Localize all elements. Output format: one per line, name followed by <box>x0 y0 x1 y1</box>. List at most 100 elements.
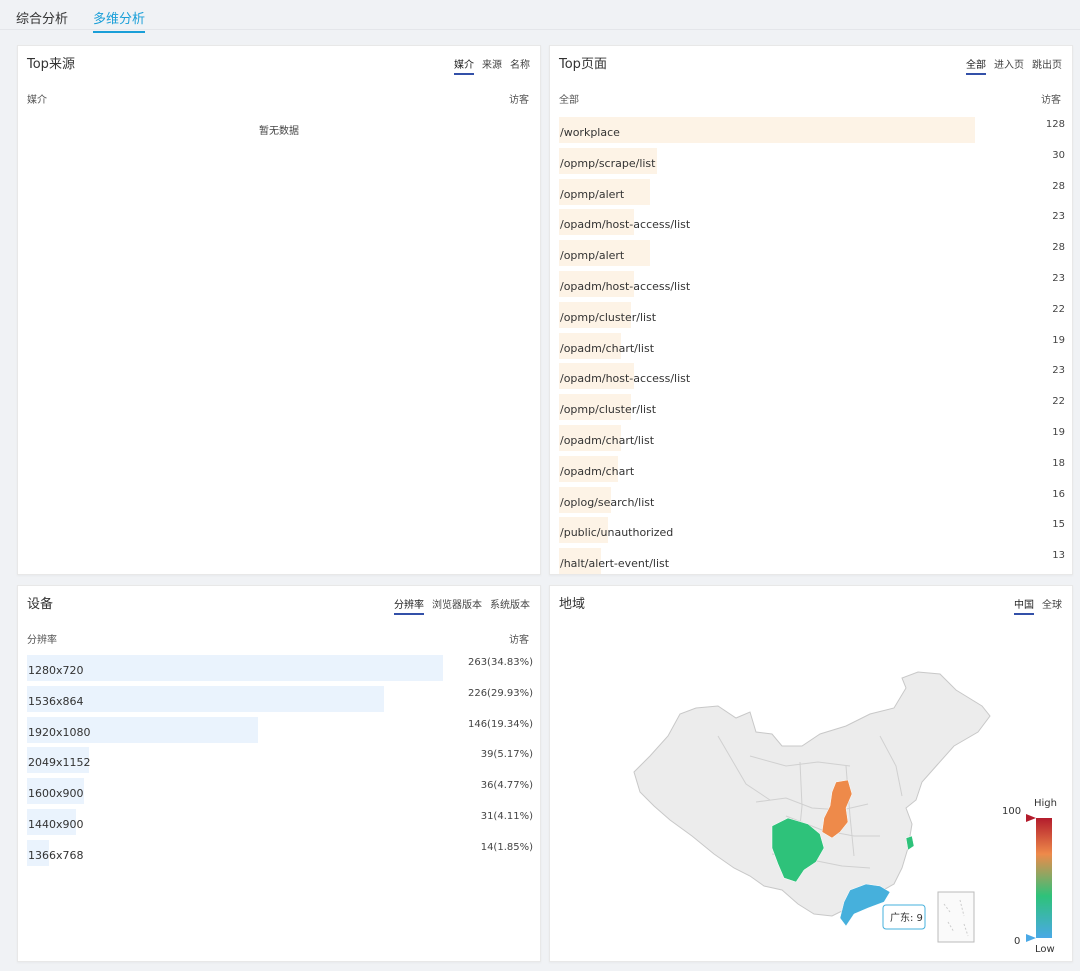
table-row[interactable]: 1536x864 226(29.93%) <box>27 685 535 712</box>
tab-os-version[interactable]: 系统版本 <box>490 596 530 615</box>
table-row[interactable]: 2049x1152 39(5.17%) <box>27 747 535 774</box>
visitor-count: 23 <box>1052 365 1065 377</box>
table-row[interactable]: /opadm/chart/list 19 <box>559 425 1067 451</box>
table-row[interactable]: 1600x900 36(4.77%) <box>27 778 535 805</box>
tab-name[interactable]: 名称 <box>510 56 530 75</box>
table-row[interactable]: /public/unauthorized 15 <box>559 517 1067 544</box>
visitor-count: 28 <box>1052 242 1065 254</box>
south-china-sea-inset <box>937 891 975 943</box>
top-tab-bar: 综合分析 多维分析 <box>0 0 1080 33</box>
table-row[interactable]: /opmp/cluster/list 22 <box>559 301 1067 328</box>
legend-min-value: 0 <box>1014 936 1020 947</box>
table-row[interactable]: /opmp/cluster/list 22 <box>559 394 1067 421</box>
resolution-label: 1366x768 <box>28 848 84 862</box>
tab-comprehensive-analysis[interactable]: 综合分析 <box>16 8 68 27</box>
legend-high-label: High <box>1034 798 1057 809</box>
visitor-value: 226(29.93%) <box>467 687 533 699</box>
row-bar <box>559 117 975 143</box>
legend-gradient-bar[interactable] <box>1036 818 1052 938</box>
row-bar <box>27 655 443 681</box>
table-row[interactable]: /opmp/alert 28 <box>559 178 1067 205</box>
visitor-value: 14(1.85%) <box>480 841 533 853</box>
page-path-label[interactable]: /opadm/chart/list <box>560 434 654 447</box>
visitor-value: 263(34.83%) <box>467 657 533 668</box>
region-panel: 地域 中国 全球 广东: 9 High Low 100 0 <box>549 585 1073 962</box>
legend-max-value: 100 <box>1002 806 1021 817</box>
page-path-label[interactable]: /opadm/chart <box>560 465 634 478</box>
visitor-value: 39(5.17%) <box>480 749 533 761</box>
table-row[interactable]: /halt/alert-event/list 13 <box>559 548 1067 575</box>
page-path-label[interactable]: /opmp/alert <box>560 188 624 201</box>
panel-tabs: 媒介 来源 名称 <box>454 56 530 75</box>
page-path-label[interactable]: /public/unauthorized <box>560 526 673 539</box>
page-path-label[interactable]: /opadm/chart/list <box>560 342 654 355</box>
tab-exit-page[interactable]: 跳出页 <box>1032 56 1062 75</box>
top-sources-panel: Top来源 媒介 来源 名称 媒介 访客 暂无数据 <box>17 45 541 575</box>
page-path-label[interactable]: /opadm/host-access/list <box>560 372 690 385</box>
column-header-resolution: 分辨率 <box>27 635 57 646</box>
table-row[interactable]: /opadm/chart/list 19 <box>559 332 1067 359</box>
visitor-count: 19 <box>1052 427 1065 438</box>
table-row[interactable]: 1920x1080 146(19.34%) <box>27 716 535 743</box>
table-row[interactable]: /oplog/search/list 16 <box>559 486 1067 513</box>
resolution-label: 2049x1152 <box>28 756 91 770</box>
table-row[interactable]: /opadm/host-access/list 23 <box>559 271 1067 297</box>
visitor-count: 16 <box>1052 488 1065 500</box>
tab-source[interactable]: 来源 <box>482 56 502 75</box>
tab-medium[interactable]: 媒介 <box>454 56 474 75</box>
legend-high-handle[interactable] <box>1026 814 1036 822</box>
resolution-label: 1536x864 <box>28 694 84 708</box>
visitor-count: 23 <box>1052 273 1065 284</box>
page-path-label[interactable]: /opmp/cluster/list <box>560 311 656 324</box>
table-row[interactable]: /opmp/scrape/list 30 <box>559 147 1067 174</box>
page-path-label[interactable]: /workplace <box>560 126 620 139</box>
table-row[interactable]: /opadm/host-access/list 23 <box>559 363 1067 390</box>
visitor-count: 23 <box>1052 211 1065 223</box>
page-path-label[interactable]: /opmp/alert <box>560 249 624 262</box>
visitor-count: 28 <box>1052 180 1065 192</box>
visitor-count: 19 <box>1052 334 1065 346</box>
legend-low-handle[interactable] <box>1026 934 1036 942</box>
china-map[interactable]: 广东: 9 High Low 100 0 <box>550 586 1074 963</box>
column-header-all: 全部 <box>559 95 579 106</box>
devices-panel: 设备 分辨率 浏览器版本 系统版本 分辨率 访客 1280x720 263(34.… <box>17 585 541 962</box>
table-row[interactable]: /opadm/chart 18 <box>559 455 1067 482</box>
china-outline <box>633 671 991 917</box>
visitor-value: 31(4.11%) <box>480 811 533 822</box>
resolution-label: 1440x900 <box>28 818 84 831</box>
table-row[interactable]: /opmp/alert 28 <box>559 240 1067 267</box>
visitor-count: 30 <box>1052 149 1065 161</box>
table-row[interactable]: /opadm/host-access/list 23 <box>559 209 1067 236</box>
tab-all[interactable]: 全部 <box>966 56 986 75</box>
column-header-visitors: 访客 <box>509 635 529 646</box>
tab-entry-page[interactable]: 进入页 <box>994 56 1024 75</box>
resolution-label: 1920x1080 <box>28 725 91 739</box>
column-header-medium: 媒介 <box>27 95 47 106</box>
visitor-value: 146(19.34%) <box>467 718 533 730</box>
top-pages-panel: Top页面 全部 进入页 跳出页 全部 访客 /workplace 128/opm… <box>549 45 1073 575</box>
empty-state-text: 暂无数据 <box>259 126 299 137</box>
resolution-label: 1280x720 <box>28 664 84 677</box>
page-path-label[interactable]: /opadm/host-access/list <box>560 280 690 293</box>
table-row[interactable]: /workplace 128 <box>559 117 1067 143</box>
visitor-count: 15 <box>1052 519 1065 531</box>
tab-browser-version[interactable]: 浏览器版本 <box>432 596 482 615</box>
column-header-visitors: 访客 <box>1041 95 1061 106</box>
tab-resolution[interactable]: 分辨率 <box>394 596 424 615</box>
tab-multidimensional-analysis[interactable]: 多维分析 <box>93 8 146 33</box>
panel-title: Top页面 <box>559 57 607 72</box>
table-row[interactable]: 1366x768 14(1.85%) <box>27 839 535 866</box>
panel-tabs: 全部 进入页 跳出页 <box>966 56 1062 75</box>
panel-tabs: 分辨率 浏览器版本 系统版本 <box>394 596 530 615</box>
table-row[interactable]: 1280x720 263(34.83%) <box>27 655 535 681</box>
panel-title: Top来源 <box>27 57 75 72</box>
visitor-count: 22 <box>1052 396 1065 408</box>
page-path-label[interactable]: /opmp/cluster/list <box>560 403 656 416</box>
page-path-label[interactable]: /halt/alert-event/list <box>560 557 669 570</box>
map-tooltip-text: 广东: 9 <box>890 911 923 924</box>
column-header-visitors: 访客 <box>509 95 529 106</box>
page-path-label[interactable]: /oplog/search/list <box>560 496 654 509</box>
page-path-label[interactable]: /opmp/scrape/list <box>560 157 655 170</box>
page-path-label[interactable]: /opadm/host-access/list <box>560 218 690 231</box>
table-row[interactable]: 1440x900 31(4.11%) <box>27 809 535 835</box>
